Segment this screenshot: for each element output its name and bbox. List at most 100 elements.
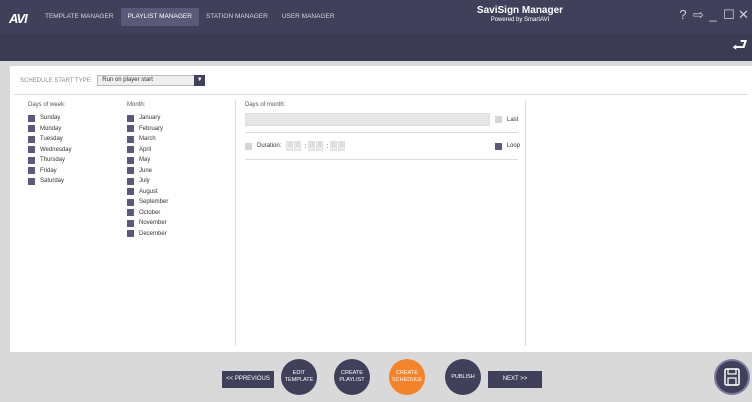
month-label: September (139, 199, 169, 206)
checkbox[interactable] (28, 125, 35, 133)
checkbox[interactable] (28, 146, 35, 154)
duration-digit[interactable]: 0 (330, 141, 338, 151)
day-wednesday[interactable]: Wednesday (28, 145, 118, 156)
loop-checkbox-row[interactable]: Loop (494, 142, 520, 150)
tab-template-manager[interactable]: TEMPLATE MANAGER (38, 8, 121, 26)
month-label: August (139, 188, 158, 195)
schedule-start-type-value: Run on player start (102, 77, 153, 83)
duration-row: Duration: 0 0 : 0 0 : 0 0 Loop (245, 139, 520, 153)
duration-digit[interactable]: 0 (316, 141, 324, 151)
dropdown-arrow-icon[interactable]: ▼ (194, 75, 206, 86)
month-october[interactable]: October (127, 208, 217, 219)
days-of-month: Days of month: Last Duration: 0 0 : 0 0 … (245, 102, 520, 166)
checkbox[interactable] (127, 209, 134, 217)
day-thursday[interactable]: Thursday (28, 155, 118, 166)
previous-button[interactable]: << PPREVIOUS (222, 371, 274, 388)
checkbox[interactable] (28, 167, 35, 175)
checkbox[interactable] (127, 135, 134, 143)
month-july[interactable]: July (127, 176, 217, 187)
month-label: February (139, 125, 164, 132)
checkbox[interactable] (127, 167, 134, 175)
duration-time-input[interactable]: 0 0 : 0 0 : 0 0 (286, 141, 346, 151)
checkbox[interactable] (28, 114, 35, 122)
month-april[interactable]: April (127, 145, 217, 156)
months: Month: January February March April May … (127, 102, 217, 239)
duration-digit[interactable]: 0 (286, 141, 294, 151)
app-title: SaviSign Manager (476, 5, 564, 16)
month-june[interactable]: June (127, 166, 217, 177)
month-february[interactable]: February (127, 124, 217, 135)
help-icon[interactable]: ? (678, 8, 688, 22)
time-separator: : (326, 142, 329, 150)
step-create-schedule[interactable]: CREATE SCHEDULE (389, 359, 425, 395)
schedule-start-type-select[interactable]: Run on player start ▼ (97, 75, 206, 86)
month-label: April (139, 146, 152, 153)
main-tabs: TEMPLATE MANAGER PLAYLIST MANAGER STATIO… (38, 8, 342, 26)
column-divider (235, 100, 236, 346)
days-of-month-input[interactable] (245, 113, 490, 126)
month-label: December (139, 230, 167, 237)
last-checkbox-row[interactable]: Last (495, 116, 518, 123)
logout-icon[interactable]: ⇨ (693, 8, 704, 22)
checkbox[interactable] (495, 116, 502, 123)
day-tuesday[interactable]: Tuesday (28, 134, 118, 145)
divider (14, 94, 748, 95)
month-may[interactable]: May (127, 155, 217, 166)
checkbox[interactable] (28, 135, 35, 143)
month-label: July (139, 178, 150, 185)
day-friday[interactable]: Friday (28, 166, 118, 177)
step-create-playlist[interactable]: CREATE PLAYLIST (334, 359, 370, 395)
checkbox[interactable] (127, 230, 134, 238)
day-sunday[interactable]: Sunday (28, 113, 118, 124)
month-september[interactable]: September (127, 197, 217, 208)
checkbox[interactable] (28, 156, 35, 164)
checkbox[interactable] (28, 177, 35, 185)
back-arrow-icon[interactable]: ⮐ (732, 35, 748, 55)
duration-checkbox[interactable] (245, 142, 252, 150)
month-december[interactable]: December (127, 229, 217, 240)
month-label: November (139, 220, 167, 227)
divider (245, 159, 518, 160)
column-divider (525, 100, 526, 346)
maximize-icon[interactable]: ☐ (723, 8, 735, 22)
duration-digit[interactable]: 0 (294, 141, 302, 151)
checkbox[interactable] (494, 142, 502, 150)
checkbox[interactable] (127, 219, 134, 227)
tab-user-manager[interactable]: USER MANAGER (275, 8, 342, 26)
checkbox[interactable] (127, 146, 134, 154)
checkbox[interactable] (127, 177, 134, 185)
day-saturday[interactable]: Saturday (28, 176, 118, 187)
month-label: October (139, 209, 161, 216)
day-label: Saturday (40, 178, 65, 185)
day-label: Monday (40, 125, 62, 132)
month-august[interactable]: August (127, 187, 217, 198)
next-button[interactable]: NEXT >> (488, 371, 542, 388)
step-publish[interactable]: PUBLISH (445, 359, 481, 395)
duration-digit[interactable]: 0 (308, 141, 316, 151)
wizard-bar: << PPREVIOUS EDIT TEMPLATE CREATE PLAYLI… (0, 352, 752, 402)
months-title: Month: (127, 102, 146, 108)
save-icon (724, 368, 740, 386)
checkbox[interactable] (127, 156, 134, 164)
save-button[interactable] (714, 359, 750, 395)
tab-station-manager[interactable]: STATION MANAGER (199, 8, 275, 26)
duration-label: Duration: (257, 143, 282, 149)
close-icon[interactable]: ✕ (738, 8, 749, 22)
day-label: Wednesday (40, 146, 72, 153)
minimize-icon[interactable]: _ (708, 8, 718, 22)
days-of-week-title: Days of week: (28, 102, 66, 108)
month-november[interactable]: November (127, 218, 217, 229)
month-january[interactable]: January (127, 113, 217, 124)
time-separator: : (304, 142, 307, 150)
duration-digit[interactable]: 0 (338, 141, 346, 151)
tab-playlist-manager[interactable]: PLAYLIST MANAGER (120, 8, 199, 26)
step-edit-template[interactable]: EDIT TEMPLATE (281, 359, 317, 395)
month-march[interactable]: March (127, 134, 217, 145)
day-monday[interactable]: Monday (28, 124, 118, 135)
title-block: SaviSign Manager Powered by SmartAVI (440, 5, 600, 24)
checkbox[interactable] (127, 198, 134, 206)
checkbox[interactable] (127, 125, 134, 133)
day-label: Friday (40, 167, 57, 174)
checkbox[interactable] (127, 188, 134, 196)
checkbox[interactable] (127, 114, 134, 122)
